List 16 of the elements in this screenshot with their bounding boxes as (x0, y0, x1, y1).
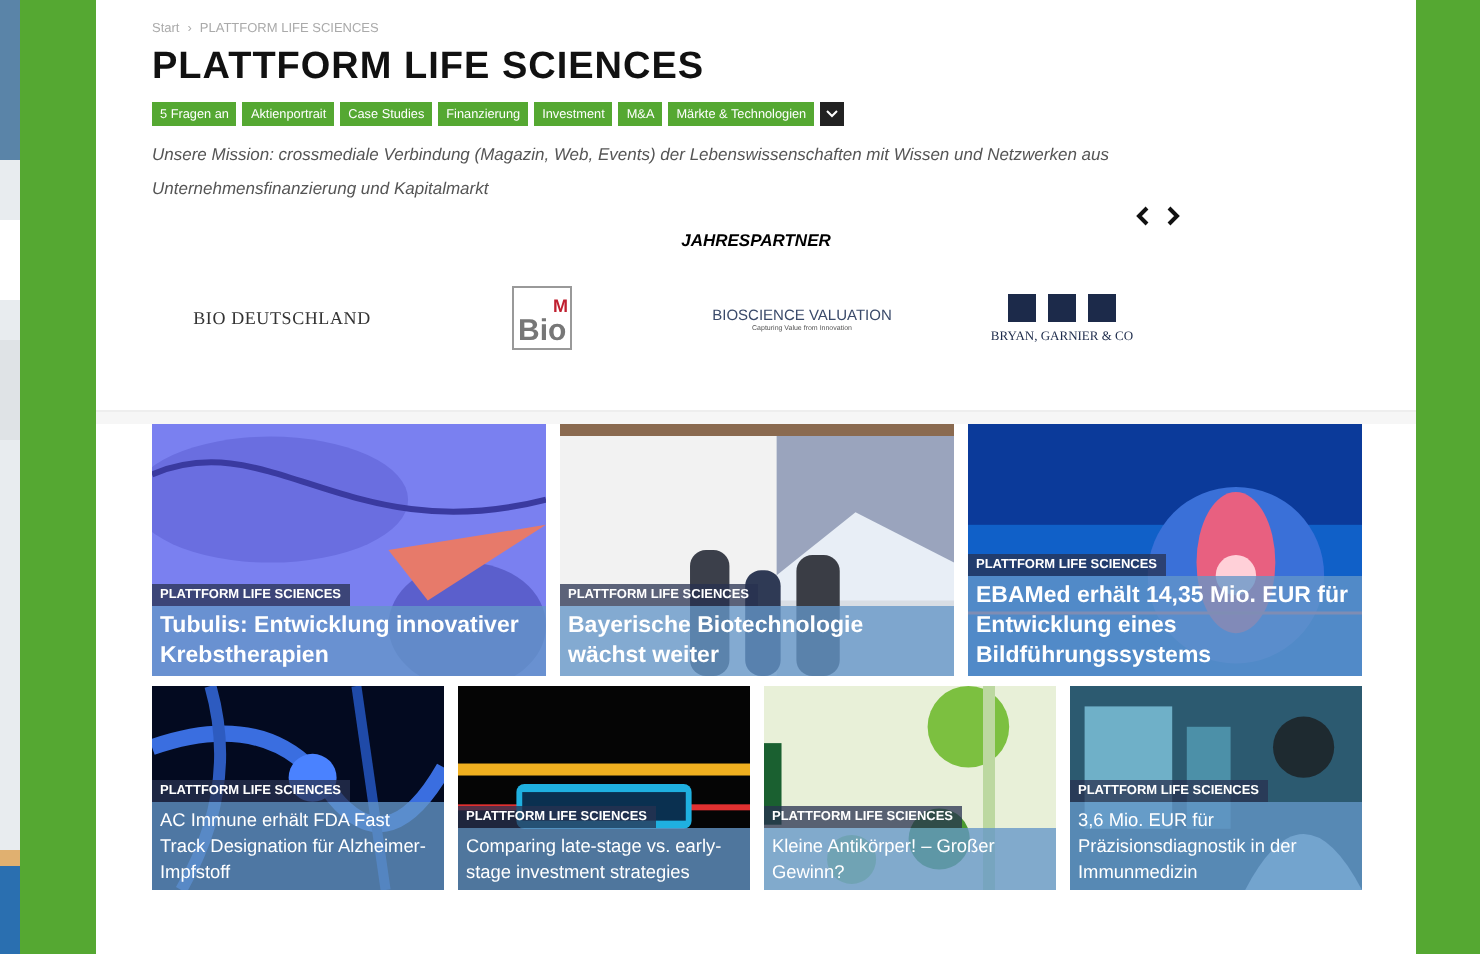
article-headline[interactable]: Tubulis: Entwicklung innovativer Krebstherapien (152, 606, 546, 676)
page-title: PLATTFORM LIFE SCIENCES (152, 46, 707, 90)
article-headline[interactable]: Comparing late-stage vs. early-stage investment strategies (458, 828, 750, 890)
chevron-down-icon (826, 110, 839, 118)
mission-text: Unsere Mission: crossmediale Verbindung (Magazin, Web, Events) der Lebenswissenschaften mit Wissen und Netzwerken aus Unternehmensfinanzierung und Kapitalmarkt (152, 142, 1112, 202)
article-headline[interactable]: AC Immune erhält FDA Fast Track Designation für Alzheimer-Impfstoff (152, 802, 444, 890)
next-icon[interactable] (1166, 206, 1180, 226)
article-headline[interactable]: Kleine Antikörper! – Großer Gewinn? (764, 828, 1056, 890)
squares-icon (1008, 293, 1116, 321)
article-headline[interactable]: Bayerische Biotechnologie wächst weiter (560, 606, 954, 676)
previous-icon[interactable] (1136, 206, 1150, 226)
dropdown-button[interactable] (820, 102, 845, 126)
article-headline[interactable]: EBAMed erhält 14,35 Mio. EUR für Entwicklung eines Bildführungssystems (968, 576, 1362, 676)
article-headline[interactable]: 3,6 Mio. EUR für Präzisionsdiagnostik in der Immunmedizin (1070, 802, 1362, 890)
section-heading: JAHRESPARTNER (681, 230, 831, 250)
partner-logo[interactable]: BIO DEUTSCHLAND (193, 308, 371, 328)
